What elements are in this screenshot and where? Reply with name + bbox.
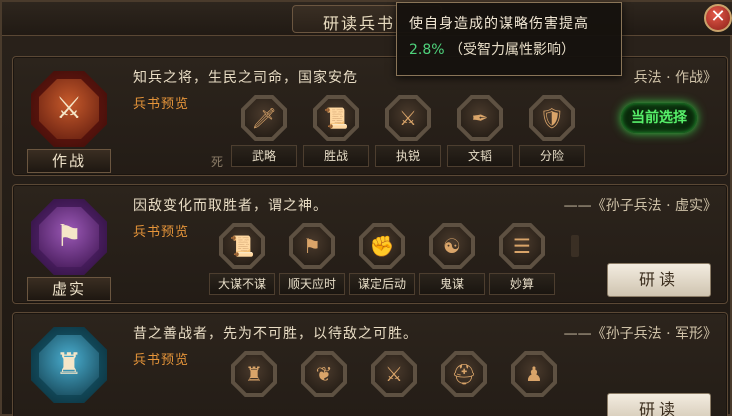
book-quote: 昔之善战者，先为不可胜，以待敌之可胜。 (133, 326, 418, 342)
study-button[interactable]: 研读 (607, 393, 711, 416)
abacus-icon: ☰ (503, 227, 541, 265)
skill-label: 鬼谋 (419, 273, 485, 295)
tooltip-note: （受智力属性影响） (449, 42, 576, 58)
skill-tooltip: 使自身造成的谋略伤害提高 2.8% （受智力属性影响） (396, 2, 622, 76)
skill-item[interactable]: ❦ (291, 351, 357, 416)
skill-item[interactable]: ♟ (501, 351, 567, 416)
close-button[interactable]: ✕ (704, 4, 732, 32)
current-selection-badge: 当前选择 (621, 103, 697, 133)
scroll-icon: 📜 (223, 227, 261, 265)
book-study-panel: 研读兵书 ✕ ⚔ 作战 知兵之将，生民之司命，国家安危 兵法 · 作战》 兵书预… (0, 0, 732, 416)
skill-item[interactable]: ♜ (221, 351, 287, 416)
study-button[interactable]: 研读 (607, 263, 711, 297)
skill-item[interactable]: ☯ 鬼谋 (419, 223, 485, 301)
skill-item[interactable]: 📜 胜战 (303, 95, 369, 173)
skill-label: 执锐 (375, 145, 441, 167)
skill-label: 顺天应时 (279, 273, 345, 295)
tooltip-description: 使自身造成的谋略伤害提高 (409, 16, 589, 32)
book-preview-label: 兵书预览 (133, 353, 190, 368)
book-emblem-junxing: ♜ (27, 323, 111, 407)
panel-header: 研读兵书 ✕ (2, 2, 732, 36)
helmet-icon: ⛑ (445, 355, 483, 393)
banner-icon: ⚑ (293, 227, 331, 265)
skill-item[interactable]: 📜 大谋不谋 (209, 223, 275, 301)
banner-icon: ⚑ (55, 219, 83, 254)
figure-icon: ♟ (515, 355, 553, 393)
blade-icon: ⚔ (389, 99, 427, 137)
gauntlet-icon: ✊ (363, 227, 401, 265)
skill-label: 大谋不谋 (209, 273, 275, 295)
book-name: 虚实 (27, 277, 111, 301)
skill-item[interactable]: ✊ 谋定后动 (349, 223, 415, 301)
mask-icon: ☯ (433, 227, 471, 265)
skill-item[interactable]: ✒ 文韬 (447, 95, 513, 173)
leaf-icon: ❦ (305, 355, 343, 393)
skill-item[interactable]: 🛡 分险 (519, 95, 585, 173)
book-name: 作战 (27, 149, 111, 173)
skill-label: 文韬 (447, 145, 513, 167)
skill-list: 🗡 武略 📜 胜战 ⚔ 执锐 ✒ 文韬 🛡 分险 (231, 95, 611, 175)
skill-label: 分险 (519, 145, 585, 167)
skill-item[interactable]: ☰ 妙算 (489, 223, 555, 301)
book-quote: 知兵之将，生民之司命，国家安危 (133, 70, 358, 86)
skill-item[interactable]: ⚔ (361, 351, 427, 416)
skill-list-edge (571, 235, 579, 257)
book-card-xushi[interactable]: ⚑ 虚实 因敌变化而取胜者，谓之神。 ——《孙子兵法 · 虚实》 兵书预览 📜 … (12, 184, 728, 304)
book-preview-label: 兵书预览 (133, 225, 190, 240)
skill-list: 📜 大谋不谋 ⚑ 顺天应时 ✊ 谋定后动 ☯ 鬼谋 ☰ 妙算 (209, 223, 589, 303)
book-card-junxing[interactable]: ♜ 昔之善战者，先为不可胜，以待敌之可胜。 ——《孙子兵法 · 军形》 兵书预览… (12, 312, 728, 416)
brush-icon: ✒ (461, 99, 499, 137)
close-icon: ✕ (710, 6, 726, 27)
book-source: ——《孙子兵法 · 军形》 (563, 326, 717, 342)
sword-icon: 🗡 (245, 99, 283, 137)
book-preview-label: 兵书预览 (133, 97, 190, 112)
skill-item[interactable]: ⚔ 执锐 (375, 95, 441, 173)
book-emblem-xushi: ⚑ (27, 195, 111, 279)
skill-item[interactable]: ⛑ (431, 351, 497, 416)
shield-icon: 🛡 (533, 99, 571, 137)
book-source: ——《孙子兵法 · 虚实》 (563, 198, 717, 214)
blade-icon: ⚔ (375, 355, 413, 393)
book-emblem-zuozhan: ⚔ (27, 67, 111, 151)
crossed-swords-icon: ⚔ (55, 91, 83, 126)
book-source: 兵法 · 作战》 (633, 70, 717, 86)
skill-item[interactable]: ⚑ 顺天应时 (279, 223, 345, 301)
fortress-icon: ♜ (235, 355, 273, 393)
skill-label: 谋定后动 (349, 273, 415, 295)
skill-label: 妙算 (489, 273, 555, 295)
skill-label-partial: 死 (211, 155, 224, 169)
fortress-icon: ♜ (55, 347, 83, 382)
skill-label: 武略 (231, 145, 297, 167)
skill-label: 胜战 (303, 145, 369, 167)
scroll-icon: 📜 (317, 99, 355, 137)
book-quote: 因敌变化而取胜者，谓之神。 (133, 198, 328, 214)
skill-item[interactable]: 🗡 武略 (231, 95, 297, 173)
tooltip-value: 2.8% (409, 42, 445, 58)
skill-list: ♜ ❦ ⚔ ⛑ ♟ (221, 351, 601, 416)
tooltip-value-line: 2.8% （受智力属性影响） (409, 39, 575, 59)
